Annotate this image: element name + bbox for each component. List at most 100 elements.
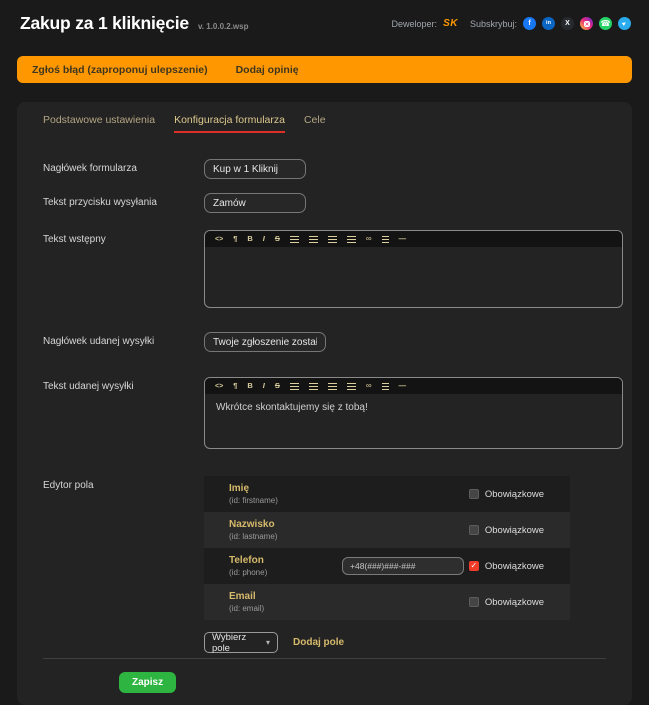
- hr-icon[interactable]: —: [399, 235, 407, 243]
- add-field-row: Wybierz pole ▾ Dodaj pole: [26, 632, 623, 653]
- add-review-link[interactable]: Dodaj opinię: [236, 64, 299, 76]
- required-toggle[interactable]: Obowiązkowe: [469, 597, 544, 608]
- tab-bar: Podstawowe ustawienia Konfiguracja formul…: [26, 114, 623, 133]
- field-meta: Nazwisko (id: lastname): [229, 519, 342, 541]
- outdent-icon[interactable]: [328, 236, 337, 243]
- bold-icon[interactable]: B: [247, 235, 252, 243]
- subscribe-label: Subskrybuj:: [470, 19, 517, 29]
- submit-text-label: Tekst przycisku wysyłania: [43, 193, 204, 208]
- checkbox-icon[interactable]: [469, 525, 479, 535]
- field-meta: Telefon (id: phone): [229, 555, 342, 577]
- bold-icon[interactable]: B: [247, 382, 252, 390]
- field-select[interactable]: Wybierz pole ▾: [204, 632, 278, 653]
- field-row-phone: Telefon (id: phone) ✓ Obowiązkowe: [204, 548, 570, 584]
- version-label: v. 1.0.0.2.wsp: [198, 22, 249, 31]
- notice-banner: Zgłoś błąd (zaproponuj ulepszenie) Dodaj…: [17, 56, 632, 83]
- field-name: Nazwisko: [229, 519, 342, 530]
- align-icon[interactable]: [382, 383, 389, 390]
- field-meta: Email (id: email): [229, 591, 342, 613]
- field-meta: Imię (id: firstname): [229, 483, 342, 505]
- success-header-input[interactable]: [204, 332, 326, 352]
- required-toggle[interactable]: Obowiązkowe: [469, 489, 544, 500]
- bullet-list-icon[interactable]: [290, 383, 299, 390]
- required-toggle[interactable]: Obowiązkowe: [469, 525, 544, 536]
- italic-icon[interactable]: I: [263, 382, 265, 390]
- tab-konfiguracja-formularza[interactable]: Konfiguracja formularza: [174, 114, 285, 133]
- whatsapp-icon[interactable]: ☎: [599, 17, 612, 30]
- form-header-input[interactable]: [204, 159, 306, 179]
- form-header-label: Nagłówek formularza: [43, 159, 204, 174]
- tab-cele[interactable]: Cele: [304, 114, 326, 133]
- link-icon[interactable]: ∞: [366, 382, 372, 390]
- bullet-list-icon[interactable]: [290, 236, 299, 243]
- submit-text-input[interactable]: [204, 193, 306, 213]
- ordered-list-icon[interactable]: [309, 236, 318, 243]
- field-name: Imię: [229, 483, 342, 494]
- field-row-firstname: Imię (id: firstname) Obowiązkowe: [204, 476, 570, 512]
- social-links: fin X ☎►: [523, 17, 631, 30]
- field-row-lastname: Nazwisko (id: lastname) Obowiązkowe: [204, 512, 570, 548]
- success-text-row: Tekst udanej wysyłki <> ¶ B I S ∞ — Wkrótce sk…: [26, 377, 623, 449]
- editor-toolbar: <> ¶ B I S ∞ —: [205, 378, 622, 394]
- tab-podstawowe-ustawienia[interactable]: Podstawowe ustawienia: [43, 114, 155, 133]
- required-label: Obowiązkowe: [485, 489, 544, 500]
- success-editor: <> ¶ B I S ∞ — Wkrótce skontaktujemy się z tob…: [204, 377, 623, 449]
- field-id: (id: lastname): [229, 532, 342, 541]
- field-select-value: Wybierz pole: [212, 632, 266, 654]
- field-row-email: Email (id: email) Obowiązkowe: [204, 584, 570, 620]
- checkbox-checked-icon[interactable]: ✓: [469, 561, 479, 571]
- paragraph-icon[interactable]: ¶: [233, 235, 237, 243]
- checkbox-icon[interactable]: [469, 489, 479, 499]
- submit-text-row: Tekst przycisku wysyłania: [26, 193, 623, 213]
- form-header-row: Nagłówek formularza: [26, 159, 623, 179]
- facebook-icon[interactable]: f: [523, 17, 536, 30]
- intro-text-row: Tekst wstępny <>¶BIS∞—: [26, 230, 623, 308]
- checkbox-icon[interactable]: [469, 597, 479, 607]
- chevron-down-icon: ▾: [266, 638, 270, 647]
- required-label: Obowiązkowe: [485, 561, 544, 572]
- success-text-label: Tekst udanej wysyłki: [43, 377, 204, 392]
- save-button[interactable]: Zapisz: [119, 672, 176, 693]
- spacer: [43, 641, 204, 645]
- align-icon[interactable]: [382, 236, 389, 243]
- indent-icon[interactable]: [347, 236, 356, 243]
- ordered-list-icon[interactable]: [309, 383, 318, 390]
- outdent-icon[interactable]: [328, 383, 337, 390]
- success-header-label: Nagłówek udanej wysyłki: [43, 332, 204, 347]
- field-id: (id: email): [229, 604, 342, 613]
- page-title: Zakup za 1 kliknięcie: [20, 13, 189, 34]
- success-editor-content[interactable]: Wkrótce skontaktujemy się z tobą!: [205, 394, 622, 421]
- link-icon[interactable]: ∞: [366, 235, 372, 243]
- intro-editor-content[interactable]: [205, 247, 622, 263]
- hr-icon[interactable]: —: [399, 382, 407, 390]
- footer: Zapisz: [26, 659, 623, 705]
- developer-logo[interactable]: SK: [443, 18, 458, 29]
- fields-editor-label: Edytor pola: [43, 476, 204, 491]
- paragraph-icon[interactable]: ¶: [233, 382, 237, 390]
- required-label: Obowiązkowe: [485, 525, 544, 536]
- required-toggle[interactable]: ✓ Obowiązkowe: [469, 561, 544, 572]
- strike-icon[interactable]: S: [275, 382, 280, 390]
- strike-icon[interactable]: S: [275, 235, 280, 243]
- title-group: Zakup za 1 kliknięcie v. 1.0.0.2.wsp: [20, 13, 248, 34]
- linkedin-icon[interactable]: in: [542, 17, 555, 30]
- add-field-link[interactable]: Dodaj pole: [293, 637, 344, 648]
- x-icon[interactable]: X: [561, 17, 574, 30]
- intro-editor: <> ¶ B I S ∞ —: [204, 230, 623, 308]
- field-id: (id: phone): [229, 568, 342, 577]
- header: Zakup za 1 kliknięcie v. 1.0.0.2.wsp Dew…: [0, 0, 649, 34]
- field-name: Email: [229, 591, 342, 602]
- required-label: Obowiązkowe: [485, 597, 544, 608]
- field-phone-mask-input[interactable]: [342, 557, 464, 575]
- header-links: Deweloper: SK Subskrybuj: finX☎►: [392, 17, 631, 30]
- code-icon[interactable]: <>: [215, 236, 223, 243]
- telegram-icon[interactable]: ►: [615, 14, 633, 32]
- italic-icon[interactable]: I: [263, 235, 265, 243]
- code-icon[interactable]: <>: [215, 383, 223, 390]
- field-id: (id: firstname): [229, 496, 342, 505]
- report-bug-link[interactable]: Zgłoś błąd (zaproponuj ulepszenie): [32, 64, 208, 76]
- indent-icon[interactable]: [347, 383, 356, 390]
- field-name: Telefon: [229, 555, 342, 566]
- instagram-icon[interactable]: [580, 17, 593, 30]
- success-header-row: Nagłówek udanej wysyłki: [26, 332, 623, 352]
